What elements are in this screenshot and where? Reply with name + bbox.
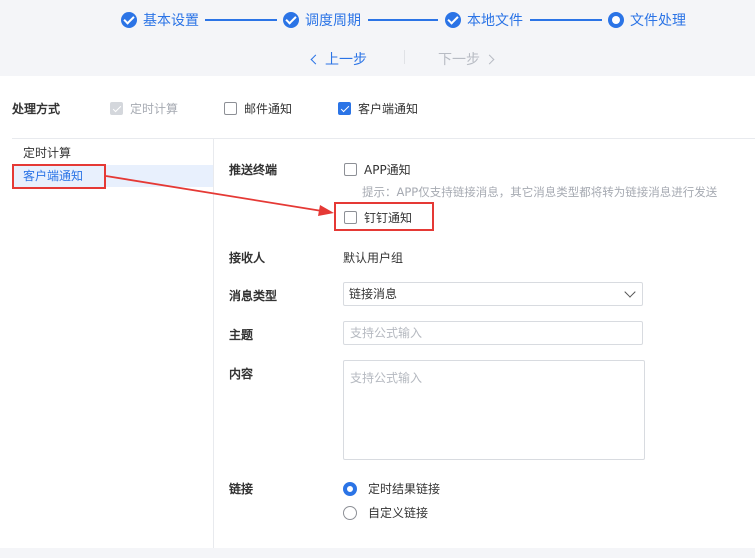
annotation-arrow	[105, 175, 334, 216]
arrow-head-icon	[318, 205, 334, 216]
arrow-line	[105, 175, 323, 212]
